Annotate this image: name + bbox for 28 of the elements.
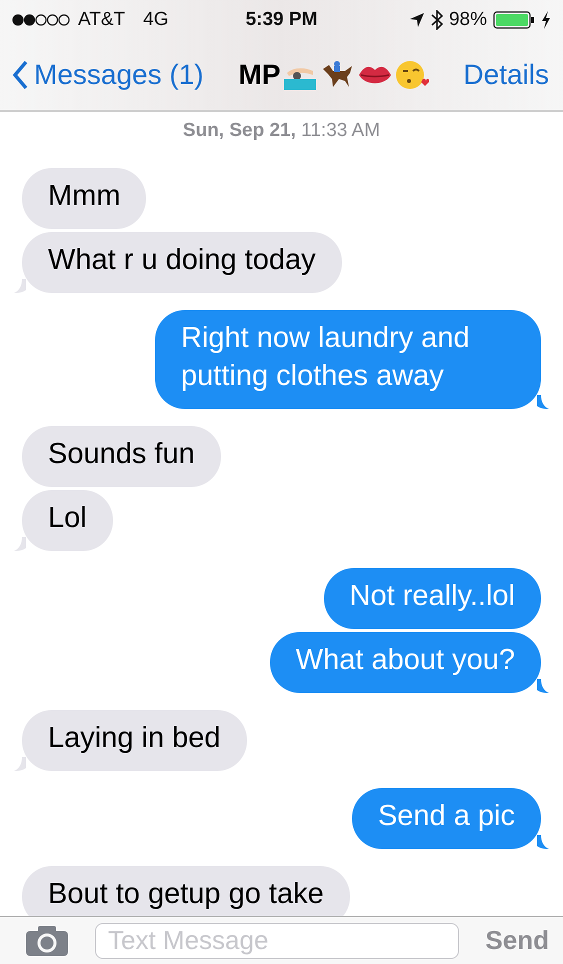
kissing-emoji-icon [394, 59, 429, 91]
contact-name: MP [238, 59, 281, 91]
camera-icon [25, 924, 69, 956]
received-message-bubble: Mmm [22, 168, 146, 229]
bubble-tail [537, 835, 549, 849]
signal-icon [12, 13, 70, 27]
charging-bolt-icon [541, 11, 551, 29]
battery-percent: 98% [448, 9, 487, 31]
back-button[interactable]: Messages (1) [12, 59, 204, 91]
back-chevron-icon [12, 60, 28, 90]
bubble-tail [14, 279, 26, 293]
carrier-name: AT&T [78, 9, 126, 31]
bubble-tail [537, 395, 549, 409]
details-link[interactable]: Details [463, 59, 549, 91]
battery-icon [493, 10, 535, 30]
clock-time: 5:39 PM [246, 9, 318, 31]
bluetooth-icon [430, 10, 443, 30]
bubble-tail [14, 537, 26, 551]
location-arrow-icon [408, 12, 425, 28]
received-message-bubble: Bout to getup go take [22, 866, 350, 916]
sent-message-bubble: Not really..lol [324, 568, 541, 629]
network-type: 4G [143, 9, 169, 31]
message-input-field[interactable]: Text Message [95, 922, 460, 958]
conversation-date: Sun, Sep 21, 11:33 AM [182, 120, 380, 142]
received-message-bubble: Sounds fun [22, 426, 221, 487]
bubble-tail [537, 679, 549, 693]
bubble-tail [14, 757, 26, 771]
send-button[interactable]: Send [485, 925, 549, 956]
